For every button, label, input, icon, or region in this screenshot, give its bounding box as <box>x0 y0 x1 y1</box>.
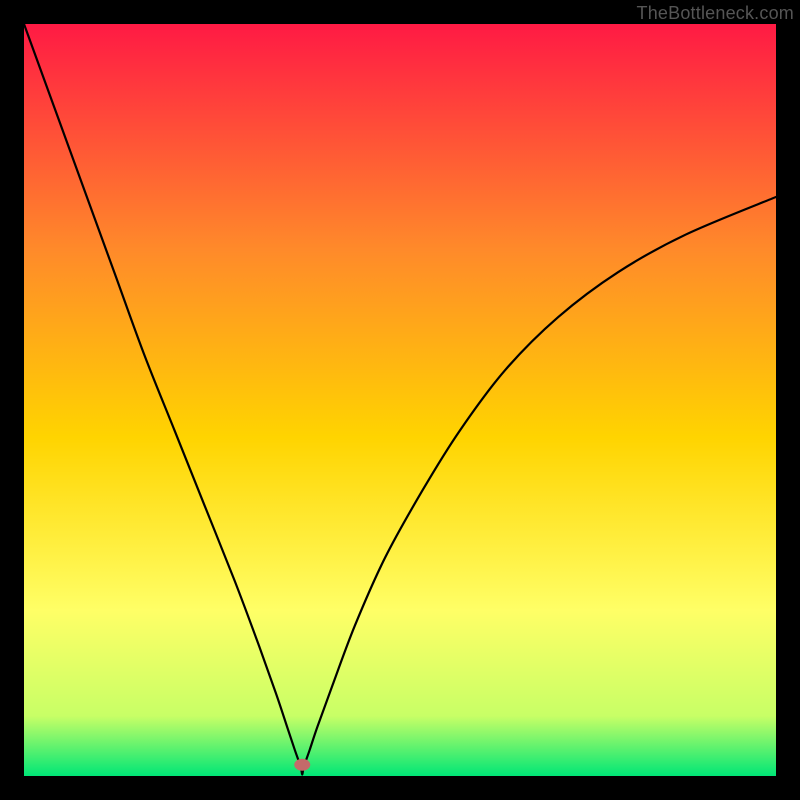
watermark-label: TheBottleneck.com <box>637 3 794 24</box>
bottleneck-chart <box>24 24 776 776</box>
gradient-background <box>24 24 776 776</box>
minimum-marker <box>294 759 310 771</box>
chart-frame <box>24 24 776 776</box>
